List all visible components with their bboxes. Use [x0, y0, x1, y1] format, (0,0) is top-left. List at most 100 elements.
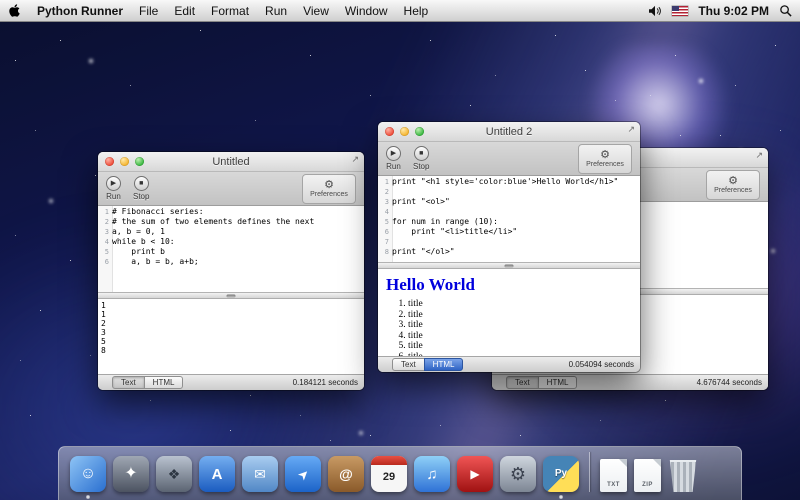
stop-icon: ■	[414, 146, 429, 161]
minimize-button[interactable]	[120, 157, 129, 166]
run-button[interactable]: ▶ Run	[386, 146, 401, 171]
list-item: title	[408, 310, 640, 321]
output-line: 5	[101, 337, 361, 346]
text-view-button[interactable]: Text	[392, 358, 425, 371]
html-view-button[interactable]: HTML	[424, 358, 464, 371]
code-line: 3a, b = 0, 1	[98, 227, 364, 237]
code-editor[interactable]: 1print "<h1 style='color:blue'>Hello Wor…	[378, 176, 640, 262]
stop-icon: ■	[134, 176, 149, 191]
pane-splitter[interactable]	[98, 292, 364, 299]
stop-button[interactable]: ■ Stop	[413, 146, 429, 171]
preferences-button[interactable]: ⚙ Preferences	[578, 144, 632, 174]
close-button[interactable]	[385, 127, 394, 136]
menu-file[interactable]: File	[139, 4, 158, 18]
menu-edit[interactable]: Edit	[174, 4, 195, 18]
preferences-icon: ⚙	[324, 180, 334, 191]
play-icon: ▶	[386, 146, 401, 161]
app-menu[interactable]: Python Runner	[37, 4, 123, 18]
fullscreen-icon[interactable]: ↗	[755, 151, 763, 160]
mission-control-icon[interactable]: ❖	[156, 456, 192, 492]
finder-icon[interactable]: ☺	[70, 456, 106, 492]
list-item: title	[408, 299, 640, 310]
html-view-button[interactable]: HTML	[538, 376, 578, 389]
menu-clock[interactable]: Thu 9:02 PM	[698, 4, 769, 18]
menu-window[interactable]: Window	[345, 4, 388, 18]
input-language-flag-icon[interactable]	[672, 6, 688, 16]
text-view-button[interactable]: Text	[112, 376, 145, 389]
menu-run[interactable]: Run	[265, 4, 287, 18]
output-line: 8	[101, 346, 361, 355]
code-line: 1# Fibonacci series:	[98, 207, 364, 217]
system-preferences-icon[interactable]: ⚙	[500, 456, 536, 492]
code-line: 1print "<h1 style='color:blue'>Hello Wor…	[378, 177, 640, 187]
stop-button[interactable]: ■ Stop	[133, 176, 149, 201]
code-line: 5for num in range (10):	[378, 217, 640, 227]
play-icon: ▶	[106, 176, 121, 191]
dock-separator	[589, 452, 590, 492]
elapsed-time: 0.184121 seconds	[293, 378, 358, 387]
output-line: 2	[101, 319, 361, 328]
volume-icon[interactable]	[648, 5, 662, 17]
code-line: 2# the sum of two elements defines the n…	[98, 217, 364, 227]
apple-menu-icon[interactable]	[8, 3, 21, 18]
pane-splitter[interactable]	[378, 262, 640, 269]
preferences-button[interactable]: ⚙ Preferences	[706, 170, 760, 200]
safari-icon[interactable]: ➤	[285, 456, 321, 492]
close-button[interactable]	[105, 157, 114, 166]
status-bar: Text HTML 0.054094 seconds	[378, 356, 640, 372]
ical-icon[interactable]: 29	[371, 456, 407, 492]
menu-format[interactable]: Format	[211, 4, 249, 18]
txt-file-icon[interactable]: TXT	[600, 459, 627, 492]
python-runner-icon[interactable]: Py	[543, 456, 579, 492]
rendered-heading: Hello World	[386, 275, 640, 295]
spotlight-icon[interactable]	[779, 4, 792, 17]
elapsed-time: 4.676744 seconds	[697, 378, 762, 387]
app-store-icon[interactable]: A	[199, 456, 235, 492]
html-view-button[interactable]: HTML	[144, 376, 184, 389]
output-line: 1	[101, 301, 361, 310]
mail-icon[interactable]: ✉	[242, 456, 278, 492]
minimize-button[interactable]	[400, 127, 409, 136]
list-item: title	[408, 331, 640, 342]
trash-icon[interactable]	[668, 460, 698, 492]
output-pane: 1 1 2 3 5 8	[98, 299, 364, 374]
preferences-icon: ⚙	[728, 176, 738, 187]
window-untitled: Untitled ↗ ▶ Run ■ Stop ⚙ Preferences 1#…	[98, 152, 364, 390]
code-line: 7	[378, 237, 640, 247]
menu-help[interactable]: Help	[404, 4, 429, 18]
status-bar: Text HTML 0.184121 seconds	[98, 374, 364, 390]
itunes-icon[interactable]: ♫	[414, 456, 450, 492]
toolbar: ▶ Run ■ Stop ⚙ Preferences	[378, 142, 640, 176]
code-line: 2	[378, 187, 640, 197]
status-bar: Text HTML 4.676744 seconds	[492, 374, 768, 390]
html-output-pane: Hello World title title title title titl…	[378, 269, 640, 356]
dock: ☺ ✦ ❖ A ✉ ➤ @ 29 ♫ ▶ ⚙ Py TXT ZIP	[58, 446, 742, 500]
code-line: 3print "<ol>"	[378, 197, 640, 207]
front-row-icon[interactable]: ▶	[457, 456, 493, 492]
toolbar: ▶ Run ■ Stop ⚙ Preferences	[98, 172, 364, 206]
titlebar[interactable]: Untitled 2 ↗	[378, 122, 640, 142]
titlebar[interactable]: Untitled ↗	[98, 152, 364, 172]
list-item: title	[408, 320, 640, 331]
preferences-button[interactable]: ⚙ Preferences	[302, 174, 356, 204]
menu-view[interactable]: View	[303, 4, 329, 18]
code-line: 8print "</ol>"	[378, 247, 640, 257]
fullscreen-icon[interactable]: ↗	[627, 125, 635, 134]
launchpad-icon[interactable]: ✦	[113, 456, 149, 492]
window-title: Untitled	[212, 156, 249, 168]
run-button[interactable]: ▶ Run	[106, 176, 121, 201]
code-editor[interactable]: 1# Fibonacci series: 2# the sum of two e…	[98, 206, 364, 292]
address-book-icon[interactable]: @	[328, 456, 364, 492]
preferences-icon: ⚙	[600, 150, 610, 161]
window-untitled-2: Untitled 2 ↗ ▶ Run ■ Stop ⚙ Preferences …	[378, 122, 640, 372]
fullscreen-icon[interactable]: ↗	[351, 155, 359, 164]
zoom-button[interactable]	[135, 157, 144, 166]
menu-bar: Python Runner File Edit Format Run View …	[0, 0, 800, 22]
text-view-button[interactable]: Text	[506, 376, 539, 389]
list-item: title	[408, 341, 640, 352]
zoom-button[interactable]	[415, 127, 424, 136]
code-line: 6 a, b = b, a+b;	[98, 257, 364, 267]
rendered-ordered-list: title title title title title title	[378, 299, 640, 356]
code-line: 6 print "<li>title</li>"	[378, 227, 640, 237]
zip-file-icon[interactable]: ZIP	[634, 459, 661, 492]
